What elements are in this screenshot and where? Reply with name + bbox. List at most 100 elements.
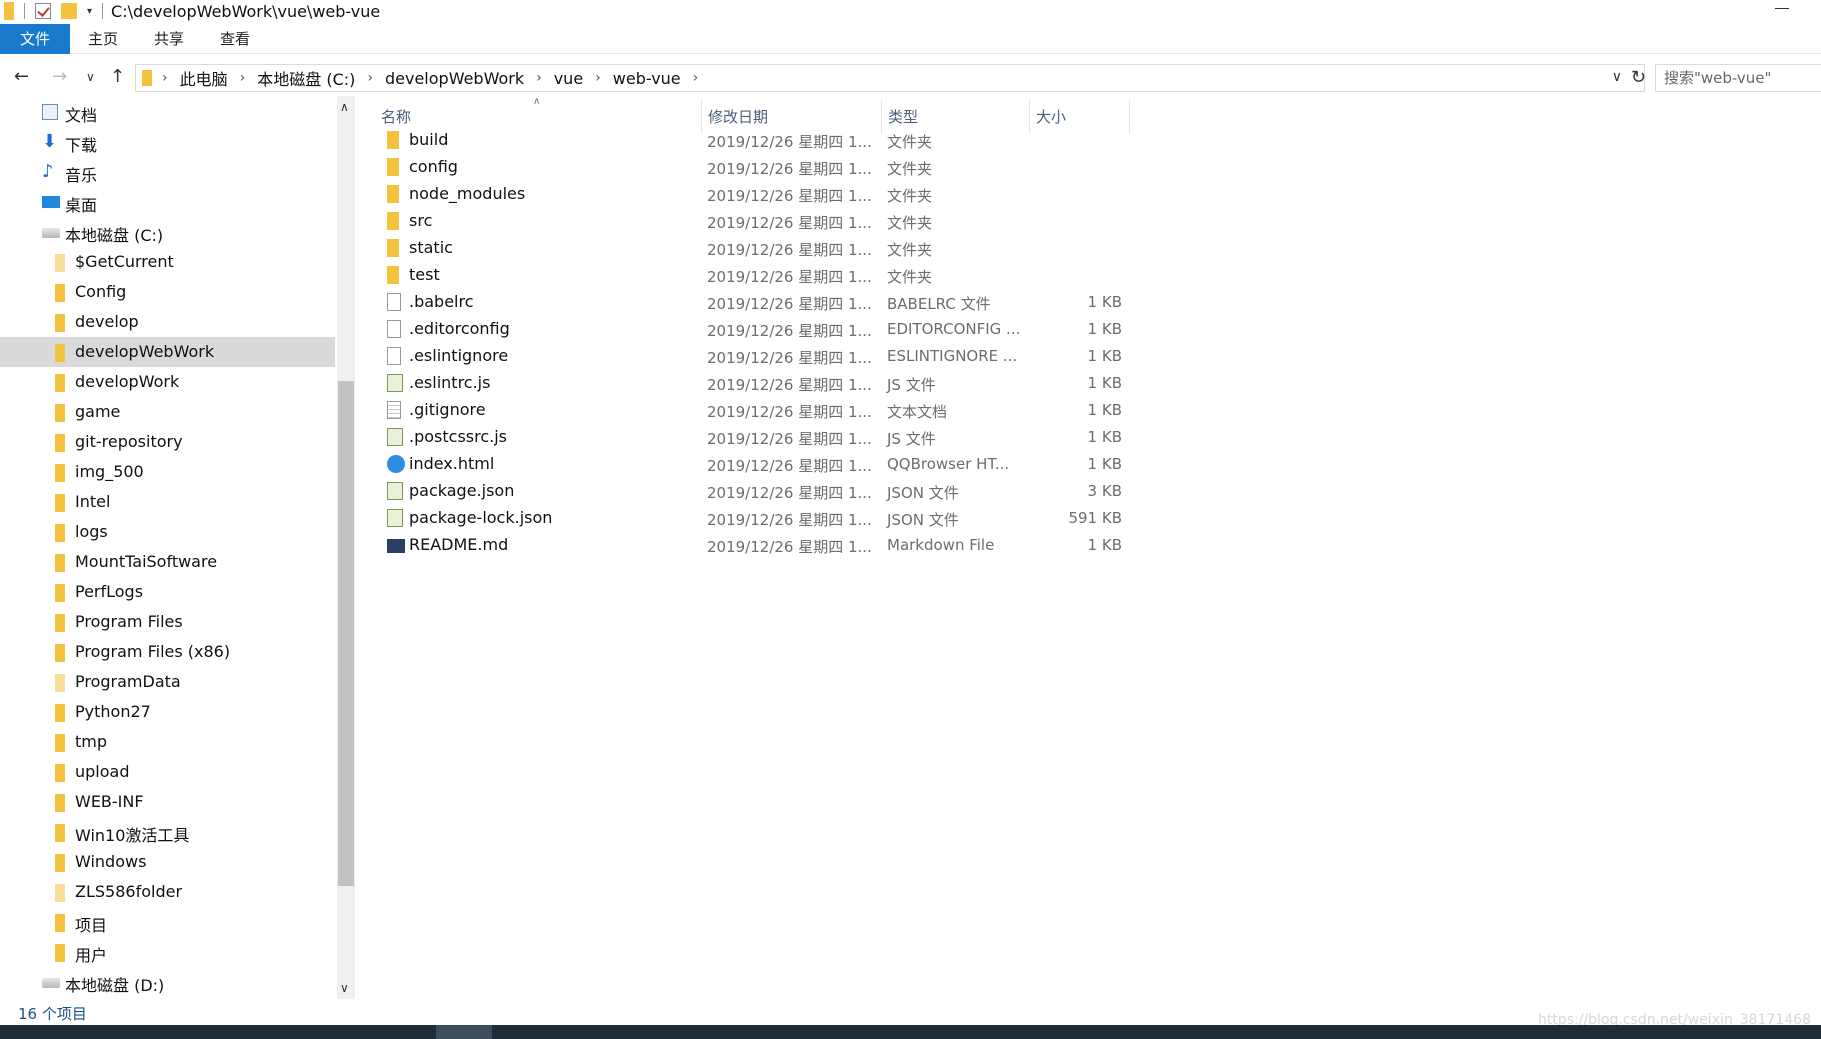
breadcrumb-developwebwork[interactable]: developWebWork bbox=[385, 69, 524, 88]
js-file-icon bbox=[387, 482, 403, 500]
file-row[interactable]: index.html 2019/12/26 星期四 1... QQBrowser H… bbox=[375, 450, 1135, 477]
file-row[interactable]: test 2019/12/26 星期四 1... 文件夹 bbox=[375, 261, 1135, 288]
file-row[interactable]: .gitignore 2019/12/26 星期四 1... 文本文档 1 KB bbox=[375, 396, 1135, 423]
sidebar-item[interactable]: ProgramData bbox=[0, 667, 335, 697]
column-header-type[interactable]: 类型 bbox=[888, 106, 918, 127]
sidebar-item[interactable]: 本地磁盘 (D:) bbox=[0, 967, 335, 997]
file-row[interactable]: README.md 2019/12/26 星期四 1... Markdown Fil… bbox=[375, 531, 1135, 558]
sidebar-item-label: tmp bbox=[75, 732, 108, 751]
navigation-scrollbar[interactable]: ∧ ∨ bbox=[337, 96, 355, 999]
file-row[interactable]: .eslintignore 2019/12/26 星期四 1... ESLINTIG… bbox=[375, 342, 1135, 369]
new-folder-icon[interactable] bbox=[61, 3, 77, 19]
folder-icon bbox=[55, 434, 65, 452]
chevron-right-icon[interactable]: › bbox=[240, 70, 246, 86]
sidebar-item[interactable]: Program Files (x86) bbox=[0, 637, 335, 667]
scroll-up-icon[interactable]: ∧ bbox=[340, 100, 349, 114]
folder-icon bbox=[55, 524, 65, 542]
file-row[interactable]: static 2019/12/26 星期四 1... 文件夹 bbox=[375, 234, 1135, 261]
taskbar-active-app[interactable] bbox=[436, 1025, 492, 1039]
tab-view[interactable]: 查看 bbox=[202, 24, 268, 54]
scrollbar-thumb[interactable] bbox=[338, 381, 354, 886]
folder-icon bbox=[142, 70, 152, 86]
sidebar-item[interactable]: Windows bbox=[0, 847, 335, 877]
minimize-button[interactable] bbox=[1775, 8, 1789, 9]
up-arrow-icon[interactable]: ↑ bbox=[110, 66, 125, 87]
folder-icon bbox=[55, 794, 65, 812]
tab-share[interactable]: 共享 bbox=[136, 24, 202, 54]
refresh-icon[interactable]: ↻ bbox=[1631, 67, 1646, 88]
chevron-right-icon[interactable]: › bbox=[595, 70, 601, 86]
breadcrumb-web-vue[interactable]: web-vue bbox=[613, 69, 681, 88]
file-modified-date: 2019/12/26 星期四 1... bbox=[707, 187, 872, 205]
browser-icon bbox=[387, 455, 405, 473]
sidebar-item[interactable]: develop bbox=[0, 307, 335, 337]
file-row[interactable]: package-lock.json 2019/12/26 星期四 1... JSON… bbox=[375, 504, 1135, 531]
sidebar-item[interactable]: upload bbox=[0, 757, 335, 787]
file-icon bbox=[387, 293, 401, 311]
sidebar-item[interactable]: 项目 bbox=[0, 907, 335, 937]
file-row[interactable]: node_modules 2019/12/26 星期四 1... 文件夹 bbox=[375, 180, 1135, 207]
file-row[interactable]: .editorconfig 2019/12/26 星期四 1... EDITORCO… bbox=[375, 315, 1135, 342]
address-bar[interactable]: › 此电脑 › 本地磁盘 (C:) › developWebWork › vue… bbox=[135, 64, 1646, 92]
chevron-right-icon[interactable]: › bbox=[693, 70, 699, 86]
breadcrumb-vue[interactable]: vue bbox=[554, 69, 583, 88]
column-header-date[interactable]: 修改日期 bbox=[708, 106, 768, 127]
markdown-icon bbox=[387, 539, 405, 553]
chevron-right-icon[interactable]: › bbox=[536, 70, 542, 86]
sidebar-item[interactable]: PerfLogs bbox=[0, 577, 335, 607]
column-header-name[interactable]: 名称 bbox=[381, 106, 411, 127]
back-arrow-icon[interactable]: ← bbox=[14, 66, 29, 87]
breadcrumb-drive-c[interactable]: 本地磁盘 (C:) bbox=[257, 66, 355, 90]
sidebar-item[interactable]: game bbox=[0, 397, 335, 427]
file-row[interactable]: build 2019/12/26 星期四 1... 文件夹 bbox=[375, 126, 1135, 153]
file-row[interactable]: .babelrc 2019/12/26 星期四 1... BABELRC 文件 1 K… bbox=[375, 288, 1135, 315]
tab-home[interactable]: 主页 bbox=[70, 24, 136, 54]
sidebar-item[interactable]: ZLS586folder bbox=[0, 877, 335, 907]
search-input[interactable]: 搜索"web-vue" bbox=[1655, 64, 1821, 92]
sidebar-item[interactable]: 用户 bbox=[0, 937, 335, 967]
sidebar-item[interactable]: $GetCurrent bbox=[0, 247, 335, 277]
sidebar-item[interactable]: Program Files bbox=[0, 607, 335, 637]
address-history-chevron-icon[interactable]: ∨ bbox=[1612, 69, 1622, 85]
file-row[interactable]: src 2019/12/26 星期四 1... 文件夹 bbox=[375, 207, 1135, 234]
chevron-right-icon[interactable]: › bbox=[162, 70, 168, 86]
sidebar-item[interactable]: git-repository bbox=[0, 427, 335, 457]
sidebar-item[interactable]: MountTaiSoftware bbox=[0, 547, 335, 577]
file-row[interactable]: config 2019/12/26 星期四 1... 文件夹 bbox=[375, 153, 1135, 180]
file-size: 1 KB bbox=[1087, 428, 1122, 446]
sidebar-item[interactable]: developWebWork bbox=[0, 337, 335, 367]
sidebar-item[interactable]: img_500 bbox=[0, 457, 335, 487]
sidebar-item[interactable]: Win10激活工具 bbox=[0, 817, 335, 847]
sidebar-item[interactable]: Config bbox=[0, 277, 335, 307]
sidebar-item[interactable]: tmp bbox=[0, 727, 335, 757]
sidebar-item[interactable]: ♪ 音乐 bbox=[0, 157, 335, 187]
file-modified-date: 2019/12/26 星期四 1... bbox=[707, 403, 872, 421]
scroll-down-icon[interactable]: ∨ bbox=[340, 981, 349, 995]
sidebar-item[interactable]: 文档 bbox=[0, 97, 335, 127]
file-name: package.json bbox=[409, 481, 515, 500]
sidebar-item[interactable]: logs bbox=[0, 517, 335, 547]
file-type: Markdown File bbox=[887, 536, 995, 554]
sidebar-item[interactable]: WEB-INF bbox=[0, 787, 335, 817]
quick-access-dropdown-icon[interactable]: ▾ bbox=[87, 6, 92, 17]
file-modified-date: 2019/12/26 星期四 1... bbox=[707, 295, 872, 313]
forward-arrow-icon[interactable]: → bbox=[52, 66, 67, 87]
tab-file[interactable]: 文件 bbox=[0, 23, 70, 54]
file-name: .babelrc bbox=[409, 292, 474, 311]
folder-icon bbox=[387, 239, 399, 257]
sidebar-item[interactable]: developWork bbox=[0, 367, 335, 397]
sidebar-item[interactable]: ⬇ 下载 bbox=[0, 127, 335, 157]
file-row[interactable]: .postcssrc.js 2019/12/26 星期四 1... JS 文件 1 K… bbox=[375, 423, 1135, 450]
sidebar-item[interactable]: Python27 bbox=[0, 697, 335, 727]
breadcrumb-this-pc[interactable]: 此电脑 bbox=[180, 66, 228, 90]
sidebar-item[interactable]: Intel bbox=[0, 487, 335, 517]
column-header-size[interactable]: 大小 bbox=[1036, 106, 1066, 127]
chevron-right-icon[interactable]: › bbox=[367, 70, 373, 86]
file-row[interactable]: .eslintrc.js 2019/12/26 星期四 1... JS 文件 1 KB bbox=[375, 369, 1135, 396]
recent-locations-chevron-icon[interactable]: ∨ bbox=[86, 70, 95, 84]
properties-icon[interactable] bbox=[35, 3, 51, 19]
sidebar-item[interactable]: 本地磁盘 (C:) bbox=[0, 217, 335, 247]
file-row[interactable]: package.json 2019/12/26 星期四 1... JSON 文件 3 … bbox=[375, 477, 1135, 504]
sidebar-item[interactable]: 桌面 bbox=[0, 187, 335, 217]
sidebar-item-label: img_500 bbox=[75, 462, 144, 481]
